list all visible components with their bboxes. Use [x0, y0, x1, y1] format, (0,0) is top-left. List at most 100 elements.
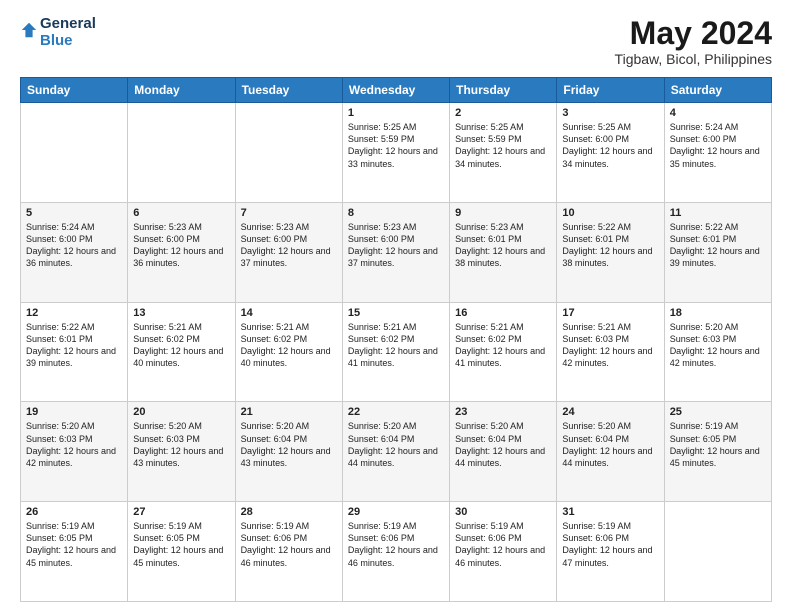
day-number: 17	[562, 307, 658, 319]
calendar-cell: 2 Sunrise: 5:25 AMSunset: 5:59 PMDaylight…	[450, 103, 557, 203]
day-info: Sunrise: 5:20 AMSunset: 6:04 PMDaylight:…	[562, 420, 658, 469]
col-header-monday: Monday	[128, 78, 235, 103]
day-number: 6	[133, 207, 229, 219]
calendar-cell: 30 Sunrise: 5:19 AMSunset: 6:06 PMDayligh…	[450, 502, 557, 602]
col-header-wednesday: Wednesday	[342, 78, 449, 103]
day-number: 27	[133, 506, 229, 518]
day-info: Sunrise: 5:25 AMSunset: 5:59 PMDaylight:…	[348, 121, 444, 170]
day-number: 31	[562, 506, 658, 518]
day-number: 19	[26, 406, 122, 418]
day-info: Sunrise: 5:21 AMSunset: 6:02 PMDaylight:…	[455, 321, 551, 370]
calendar-cell: 28 Sunrise: 5:19 AMSunset: 6:06 PMDayligh…	[235, 502, 342, 602]
day-info: Sunrise: 5:23 AMSunset: 6:01 PMDaylight:…	[455, 221, 551, 270]
day-info: Sunrise: 5:21 AMSunset: 6:03 PMDaylight:…	[562, 321, 658, 370]
day-info: Sunrise: 5:23 AMSunset: 6:00 PMDaylight:…	[241, 221, 337, 270]
calendar-cell: 25 Sunrise: 5:19 AMSunset: 6:05 PMDayligh…	[664, 402, 771, 502]
day-number: 25	[670, 406, 766, 418]
day-info: Sunrise: 5:21 AMSunset: 6:02 PMDaylight:…	[241, 321, 337, 370]
day-number: 11	[670, 207, 766, 219]
day-number: 28	[241, 506, 337, 518]
day-info: Sunrise: 5:23 AMSunset: 6:00 PMDaylight:…	[348, 221, 444, 270]
day-info: Sunrise: 5:20 AMSunset: 6:03 PMDaylight:…	[26, 420, 122, 469]
calendar-table: SundayMondayTuesdayWednesdayThursdayFrid…	[20, 77, 772, 602]
calendar-cell: 4 Sunrise: 5:24 AMSunset: 6:00 PMDaylight…	[664, 103, 771, 203]
day-number: 10	[562, 207, 658, 219]
page: General Blue May 2024 Tigbaw, Bicol, Phi…	[0, 0, 792, 612]
col-header-saturday: Saturday	[664, 78, 771, 103]
day-number: 4	[670, 107, 766, 119]
day-info: Sunrise: 5:25 AMSunset: 6:00 PMDaylight:…	[562, 121, 658, 170]
day-info: Sunrise: 5:21 AMSunset: 6:02 PMDaylight:…	[348, 321, 444, 370]
calendar-cell: 27 Sunrise: 5:19 AMSunset: 6:05 PMDayligh…	[128, 502, 235, 602]
calendar-cell: 13Sunrise: 5:21 AMSunset: 6:02 PMDayligh…	[128, 302, 235, 402]
day-number: 22	[348, 406, 444, 418]
calendar-cell: 14 Sunrise: 5:21 AMSunset: 6:02 PMDayligh…	[235, 302, 342, 402]
day-number: 8	[348, 207, 444, 219]
day-info: Sunrise: 5:19 AMSunset: 6:05 PMDaylight:…	[670, 420, 766, 469]
day-info: Sunrise: 5:19 AMSunset: 6:05 PMDaylight:…	[133, 520, 229, 569]
main-title: May 2024	[615, 16, 772, 51]
calendar-cell: 16Sunrise: 5:21 AMSunset: 6:02 PMDayligh…	[450, 302, 557, 402]
header: General Blue May 2024 Tigbaw, Bicol, Phi…	[20, 16, 772, 67]
calendar-cell: 9 Sunrise: 5:23 AMSunset: 6:01 PMDaylight…	[450, 202, 557, 302]
calendar-cell: 3 Sunrise: 5:25 AMSunset: 6:00 PMDaylight…	[557, 103, 664, 203]
calendar-cell: 17 Sunrise: 5:21 AMSunset: 6:03 PMDayligh…	[557, 302, 664, 402]
col-header-tuesday: Tuesday	[235, 78, 342, 103]
calendar-cell: 23 Sunrise: 5:20 AMSunset: 6:04 PMDayligh…	[450, 402, 557, 502]
day-number: 21	[241, 406, 337, 418]
calendar-cell	[21, 103, 128, 203]
day-number: 29	[348, 506, 444, 518]
day-info: Sunrise: 5:24 AMSunset: 6:00 PMDaylight:…	[26, 221, 122, 270]
calendar-cell	[128, 103, 235, 203]
calendar-cell: 20Sunrise: 5:20 AMSunset: 6:03 PMDayligh…	[128, 402, 235, 502]
day-info: Sunrise: 5:22 AMSunset: 6:01 PMDaylight:…	[26, 321, 122, 370]
day-number: 30	[455, 506, 551, 518]
calendar-cell: 8 Sunrise: 5:23 AMSunset: 6:00 PMDaylight…	[342, 202, 449, 302]
day-info: Sunrise: 5:19 AMSunset: 6:06 PMDaylight:…	[562, 520, 658, 569]
day-number: 14	[241, 307, 337, 319]
day-info: Sunrise: 5:20 AMSunset: 6:04 PMDaylight:…	[455, 420, 551, 469]
day-info: Sunrise: 5:20 AMSunset: 6:03 PMDaylight:…	[670, 321, 766, 370]
logo: General Blue	[20, 16, 96, 49]
day-info: Sunrise: 5:21 AMSunset: 6:02 PMDaylight:…	[133, 321, 229, 370]
calendar-cell: 22 Sunrise: 5:20 AMSunset: 6:04 PMDayligh…	[342, 402, 449, 502]
calendar-cell: 31 Sunrise: 5:19 AMSunset: 6:06 PMDayligh…	[557, 502, 664, 602]
day-number: 23	[455, 406, 551, 418]
col-header-sunday: Sunday	[21, 78, 128, 103]
calendar-cell: 24Sunrise: 5:20 AMSunset: 6:04 PMDayligh…	[557, 402, 664, 502]
title-block: May 2024 Tigbaw, Bicol, Philippines	[615, 16, 772, 67]
day-number: 9	[455, 207, 551, 219]
day-info: Sunrise: 5:25 AMSunset: 5:59 PMDaylight:…	[455, 121, 551, 170]
calendar-cell: 29 Sunrise: 5:19 AMSunset: 6:06 PMDayligh…	[342, 502, 449, 602]
day-info: Sunrise: 5:19 AMSunset: 6:06 PMDaylight:…	[348, 520, 444, 569]
day-info: Sunrise: 5:24 AMSunset: 6:00 PMDaylight:…	[670, 121, 766, 170]
day-info: Sunrise: 5:23 AMSunset: 6:00 PMDaylight:…	[133, 221, 229, 270]
day-info: Sunrise: 5:20 AMSunset: 6:04 PMDaylight:…	[348, 420, 444, 469]
subtitle: Tigbaw, Bicol, Philippines	[615, 51, 772, 67]
day-info: Sunrise: 5:20 AMSunset: 6:04 PMDaylight:…	[241, 420, 337, 469]
calendar-cell: 10Sunrise: 5:22 AMSunset: 6:01 PMDayligh…	[557, 202, 664, 302]
day-info: Sunrise: 5:19 AMSunset: 6:06 PMDaylight:…	[455, 520, 551, 569]
logo-text: General Blue	[40, 16, 96, 49]
day-number: 2	[455, 107, 551, 119]
day-number: 12	[26, 307, 122, 319]
calendar-cell: 7 Sunrise: 5:23 AMSunset: 6:00 PMDaylight…	[235, 202, 342, 302]
calendar-cell: 21 Sunrise: 5:20 AMSunset: 6:04 PMDayligh…	[235, 402, 342, 502]
day-number: 3	[562, 107, 658, 119]
calendar-cell	[235, 103, 342, 203]
calendar-cell: 5Sunrise: 5:24 AMSunset: 6:00 PMDaylight…	[21, 202, 128, 302]
day-number: 26	[26, 506, 122, 518]
calendar-cell: 12 Sunrise: 5:22 AMSunset: 6:01 PMDayligh…	[21, 302, 128, 402]
calendar-cell: 19 Sunrise: 5:20 AMSunset: 6:03 PMDayligh…	[21, 402, 128, 502]
col-header-thursday: Thursday	[450, 78, 557, 103]
col-header-friday: Friday	[557, 78, 664, 103]
day-number: 18	[670, 307, 766, 319]
calendar-cell: 11 Sunrise: 5:22 AMSunset: 6:01 PMDayligh…	[664, 202, 771, 302]
day-info: Sunrise: 5:22 AMSunset: 6:01 PMDaylight:…	[670, 221, 766, 270]
day-number: 20	[133, 406, 229, 418]
day-number: 7	[241, 207, 337, 219]
calendar-cell: 1Sunrise: 5:25 AMSunset: 5:59 PMDaylight…	[342, 103, 449, 203]
day-number: 15	[348, 307, 444, 319]
day-info: Sunrise: 5:19 AMSunset: 6:06 PMDaylight:…	[241, 520, 337, 569]
calendar-cell	[664, 502, 771, 602]
